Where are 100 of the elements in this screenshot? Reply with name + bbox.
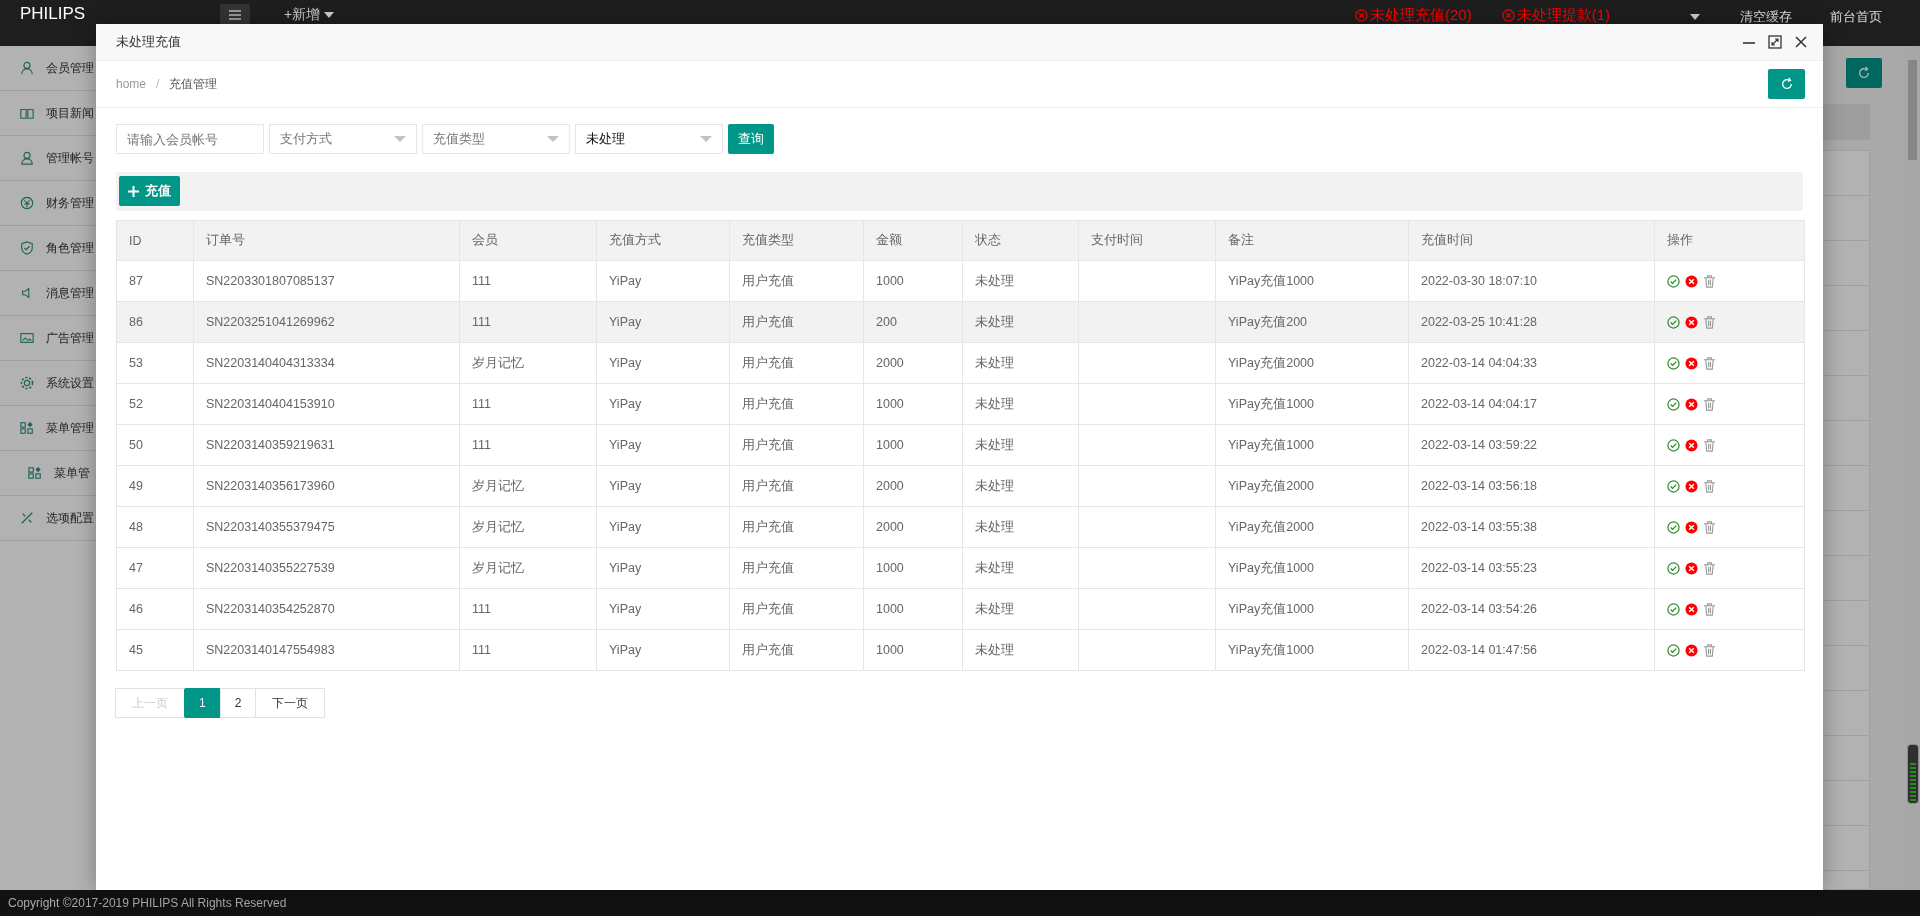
- query-button[interactable]: 查询: [728, 124, 774, 154]
- close-circle-icon[interactable]: [1685, 520, 1698, 534]
- close-circle-icon[interactable]: [1685, 643, 1698, 657]
- check-circle-icon[interactable]: [1667, 438, 1680, 452]
- table-cell: 用户充值: [729, 301, 864, 343]
- scroll-thumb[interactable]: [1908, 60, 1917, 160]
- alert-link[interactable]: 未处理提款(1): [1501, 6, 1610, 25]
- table-cell: 用户充值: [729, 547, 864, 589]
- shield-icon: [20, 241, 34, 255]
- table-cell: 111: [459, 588, 597, 630]
- close-circle-icon[interactable]: [1685, 274, 1698, 288]
- sidebar-label: 菜单管: [54, 464, 90, 482]
- close-circle-icon[interactable]: [1685, 479, 1698, 493]
- refresh-button[interactable]: [1846, 58, 1882, 88]
- close-circle-icon[interactable]: [1685, 397, 1698, 411]
- caret-icon: [324, 12, 335, 18]
- top-link[interactable]: 清空缓存: [1740, 8, 1792, 26]
- table-cell: YiPay充值200: [1215, 301, 1409, 343]
- check-circle-icon[interactable]: [1667, 479, 1680, 493]
- breadcrumb-link[interactable]: home: [116, 77, 147, 91]
- select-field[interactable]: 支付方式: [269, 124, 417, 154]
- table-cell: 86: [116, 301, 194, 343]
- refresh-button[interactable]: [1768, 69, 1805, 99]
- trash-icon[interactable]: [1703, 356, 1716, 370]
- table-cell: 48: [116, 506, 194, 548]
- close-circle-icon[interactable]: [1685, 356, 1698, 370]
- alert-link[interactable]: 未处理充值(20): [1354, 6, 1472, 25]
- table-cell: 47: [116, 547, 194, 589]
- table-cell: 用户充值: [729, 629, 864, 671]
- select-field[interactable]: 未处理: [575, 124, 723, 154]
- table-cell: YiPay充值2000: [1215, 342, 1409, 384]
- trash-icon[interactable]: [1703, 643, 1716, 657]
- table-cell: SN2203140355227539: [193, 547, 460, 589]
- page-button[interactable]: 1: [184, 688, 221, 718]
- table-cell: YiPay: [596, 260, 730, 302]
- check-circle-icon[interactable]: [1667, 520, 1680, 534]
- table-cell: SN2203140359219631: [193, 424, 460, 466]
- close-circle-icon[interactable]: [1685, 561, 1698, 575]
- trash-icon[interactable]: [1703, 479, 1716, 493]
- table-cell: 2022-03-14 03:56:18: [1408, 465, 1655, 507]
- column-header: 充值类型: [729, 220, 864, 261]
- trash-icon[interactable]: [1703, 561, 1716, 575]
- table-cell: 1000: [863, 424, 963, 466]
- table-cell: SN2203140404153910: [193, 383, 460, 425]
- caret-icon[interactable]: [1690, 14, 1700, 20]
- column-header: ID: [116, 220, 194, 261]
- close-circle-icon[interactable]: [1685, 315, 1698, 329]
- menu-button[interactable]: [220, 4, 250, 26]
- check-circle-icon[interactable]: [1667, 397, 1680, 411]
- table-cell: 111: [459, 260, 597, 302]
- table-cell: 2022-03-14 03:55:38: [1408, 506, 1655, 548]
- next-page-button[interactable]: 下一页: [255, 688, 326, 718]
- meter-icon: [1907, 744, 1919, 804]
- select-field[interactable]: 充值类型: [422, 124, 570, 154]
- table-cell: 用户充值: [729, 424, 864, 466]
- top-link[interactable]: 前台首页: [1830, 8, 1882, 26]
- new-menu[interactable]: +新增: [284, 6, 335, 24]
- member-input-field[interactable]: 请输入会员帐号: [116, 124, 264, 154]
- user-icon: [20, 151, 34, 165]
- check-circle-icon[interactable]: [1667, 602, 1680, 616]
- trash-icon[interactable]: [1703, 438, 1716, 452]
- sidebar-label: 选项配置: [46, 509, 94, 527]
- check-circle-icon[interactable]: [1667, 315, 1680, 329]
- breadcrumb-link[interactable]: 充值管理: [169, 75, 218, 93]
- close-circle-icon[interactable]: [1685, 438, 1698, 452]
- close-circle-icon[interactable]: [1685, 602, 1698, 616]
- trash-icon[interactable]: [1703, 315, 1716, 329]
- trash-icon[interactable]: [1703, 602, 1716, 616]
- table-cell: 111: [459, 301, 597, 343]
- table-cell: 未处理: [962, 547, 1079, 589]
- image-icon: [20, 331, 34, 345]
- grid-icon: [20, 421, 34, 435]
- check-circle-icon[interactable]: [1667, 561, 1680, 575]
- menu-icon: [229, 10, 241, 20]
- table-cell: SN2203140404313334: [193, 342, 460, 384]
- table-cell: 未处理: [962, 342, 1079, 384]
- check-circle-icon[interactable]: [1667, 643, 1680, 657]
- trash-icon[interactable]: [1703, 520, 1716, 534]
- table-cell: 2022-03-14 03:55:23: [1408, 547, 1655, 589]
- maximize-icon[interactable]: [1768, 35, 1782, 49]
- check-circle-icon[interactable]: [1667, 274, 1680, 288]
- table-cell: YiPay充值2000: [1215, 506, 1409, 548]
- table-cell: YiPay: [596, 301, 730, 343]
- table-cell: YiPay: [596, 547, 730, 589]
- logo[interactable]: PHILIPS: [20, 4, 220, 24]
- table-cell: SN2203251041269962: [193, 301, 460, 343]
- check-circle-icon[interactable]: [1667, 356, 1680, 370]
- trash-icon[interactable]: [1703, 274, 1716, 288]
- sidebar-label: 角色管理: [46, 239, 94, 257]
- table-cell: YiPay: [596, 465, 730, 507]
- table-cell: 2022-03-14 04:04:33: [1408, 342, 1655, 384]
- close-icon[interactable]: [1794, 35, 1808, 49]
- table-cell: SN2203140356173960: [193, 465, 460, 507]
- add-button[interactable]: 充值: [119, 176, 180, 206]
- trash-icon[interactable]: [1703, 397, 1716, 411]
- table-cell: 2022-03-14 01:47:56: [1408, 629, 1655, 671]
- column-header: 支付时间: [1078, 220, 1216, 261]
- table-cell: 1000: [863, 260, 963, 302]
- table-cell: YiPay: [596, 424, 730, 466]
- caret-icon: [547, 135, 559, 143]
